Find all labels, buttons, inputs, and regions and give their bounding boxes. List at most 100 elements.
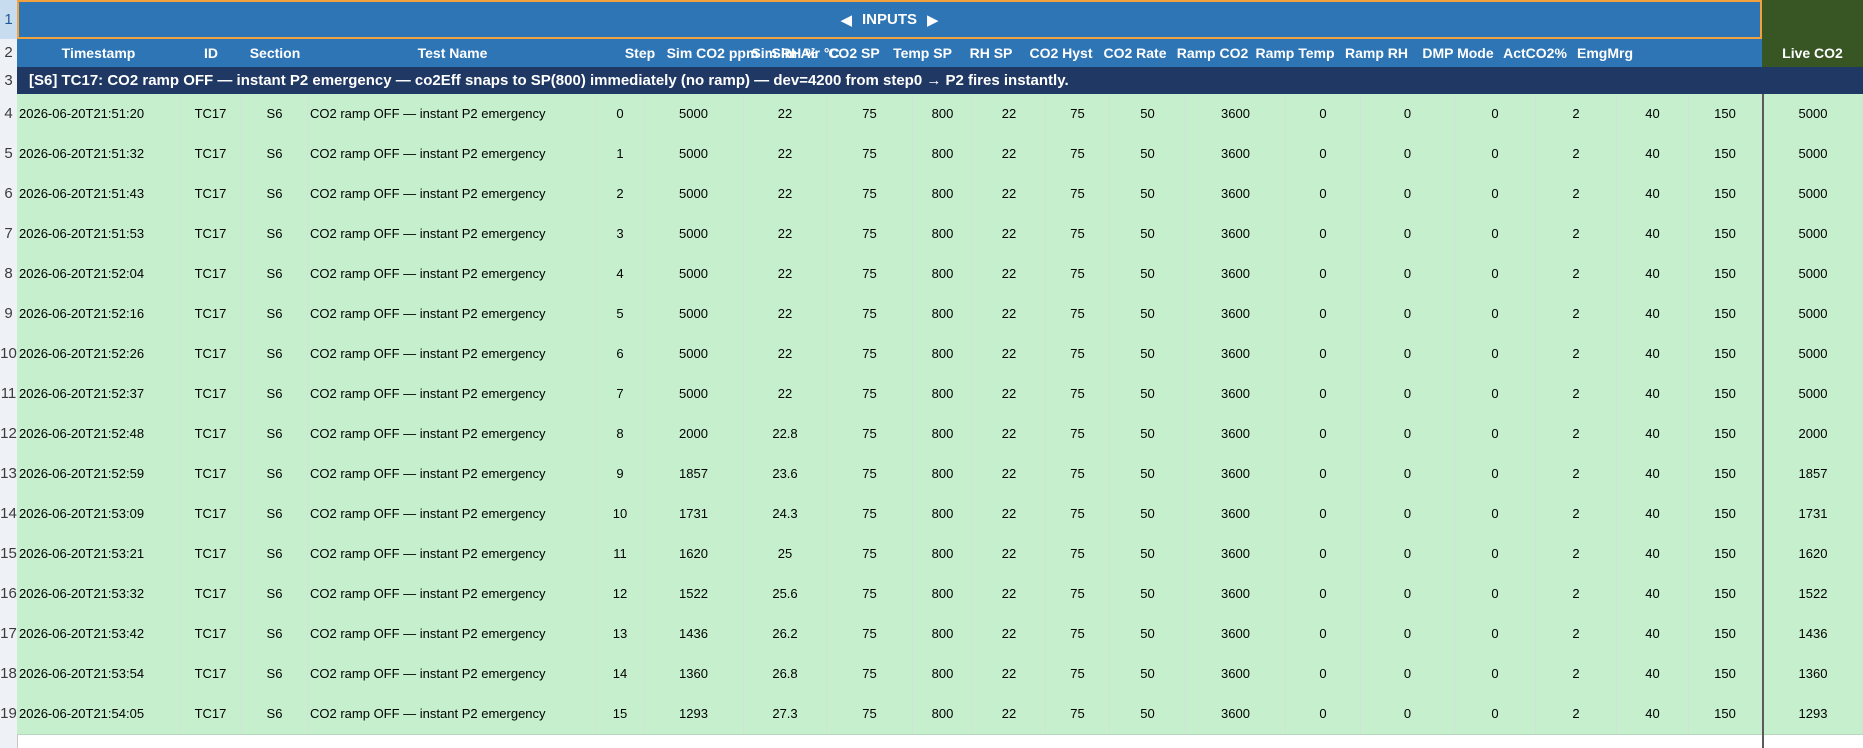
- cell-live-co2[interactable]: 1857: [1762, 454, 1863, 494]
- cell-test-name[interactable]: CO2 ramp OFF — instant P2 emergency: [308, 694, 597, 734]
- cell-test-name[interactable]: CO2 ramp OFF — instant P2 emergency: [308, 454, 597, 494]
- cell-co2-rate[interactable]: 3600: [1186, 294, 1286, 334]
- cell-sim-co2-ppm[interactable]: 1360: [644, 654, 744, 694]
- cell-timestamp[interactable]: 2026-06-20T21:52:04: [17, 254, 180, 294]
- column-header-sim-rh[interactable]: Sim RH %: [747, 39, 822, 67]
- cell-id[interactable]: TC17: [180, 94, 242, 134]
- column-header-dmp-mode[interactable]: DMP Mode: [1417, 39, 1499, 67]
- cell-timestamp[interactable]: 2026-06-20T21:52:59: [17, 454, 180, 494]
- cell-co2-sp[interactable]: 800: [913, 534, 973, 574]
- table-row[interactable]: 2026-06-20T21:53:09 TC17 S6 CO2 ramp OFF — …: [17, 494, 1863, 535]
- cell-temp-sp[interactable]: 22: [973, 294, 1046, 334]
- cell-co2-sp[interactable]: 800: [913, 654, 973, 694]
- cell-co2-sp[interactable]: 800: [913, 294, 973, 334]
- table-row[interactable]: 2026-06-20T21:52:48 TC17 S6 CO2 ramp OFF — …: [17, 414, 1863, 455]
- row-number[interactable]: 12: [0, 414, 17, 454]
- cell-ramp-co2[interactable]: 0: [1286, 614, 1361, 654]
- cell-sim-rh[interactable]: 75: [827, 254, 913, 294]
- cell-co2-hyst[interactable]: 50: [1110, 574, 1186, 614]
- cell-actco2[interactable]: 40: [1617, 574, 1689, 614]
- cell-emgmrg[interactable]: 150: [1689, 94, 1762, 134]
- cell-sim-co2-ppm[interactable]: 1293: [644, 694, 744, 734]
- cell-id[interactable]: TC17: [180, 534, 242, 574]
- cell-timestamp[interactable]: 2026-06-20T21:51:20: [17, 94, 180, 134]
- row-number[interactable]: 9: [0, 294, 17, 334]
- cell-actco2[interactable]: 40: [1617, 614, 1689, 654]
- cell-sim-co2-ppm[interactable]: 5000: [644, 174, 744, 214]
- cell-live-co2[interactable]: 1436: [1762, 614, 1863, 654]
- cell-actco2[interactable]: 40: [1617, 694, 1689, 734]
- table-row[interactable]: 2026-06-20T21:52:59 TC17 S6 CO2 ramp OFF — …: [17, 454, 1863, 495]
- column-header-co2-sp[interactable]: CO2 SP: [822, 39, 886, 67]
- cell-actco2[interactable]: 40: [1617, 494, 1689, 534]
- cell-rh-sp[interactable]: 75: [1046, 534, 1110, 574]
- cell-ramp-co2[interactable]: 0: [1286, 254, 1361, 294]
- row-number[interactable]: 18: [0, 654, 17, 694]
- row-number[interactable]: 19: [0, 694, 17, 734]
- cell-timestamp[interactable]: 2026-06-20T21:51:32: [17, 134, 180, 174]
- cell-ramp-temp[interactable]: 0: [1361, 134, 1455, 174]
- cell-emgmrg[interactable]: 150: [1689, 494, 1762, 534]
- cell-timestamp[interactable]: 2026-06-20T21:52:37: [17, 374, 180, 414]
- cell-co2-rate[interactable]: 3600: [1186, 694, 1286, 734]
- cell-sim-rh[interactable]: 75: [827, 574, 913, 614]
- cell-test-name[interactable]: CO2 ramp OFF — instant P2 emergency: [308, 414, 597, 454]
- cell-ramp-temp[interactable]: 0: [1361, 334, 1455, 374]
- cell-timestamp[interactable]: 2026-06-20T21:52:26: [17, 334, 180, 374]
- cell-live-co2[interactable]: 5000: [1762, 374, 1863, 414]
- cell-sim-air-c[interactable]: 22: [744, 294, 827, 334]
- cell-ramp-co2[interactable]: 0: [1286, 374, 1361, 414]
- table-row[interactable]: 2026-06-20T21:51:20 TC17 S6 CO2 ramp OFF — …: [17, 94, 1863, 135]
- cell-test-name[interactable]: CO2 ramp OFF — instant P2 emergency: [308, 654, 597, 694]
- cell-id[interactable]: TC17: [180, 654, 242, 694]
- cell-actco2[interactable]: 40: [1617, 174, 1689, 214]
- cell-ramp-rh[interactable]: 0: [1455, 214, 1536, 254]
- row-number[interactable]: 7: [0, 214, 17, 254]
- cell-dmp-mode[interactable]: 2: [1536, 414, 1617, 454]
- cell-timestamp[interactable]: 2026-06-20T21:52:48: [17, 414, 180, 454]
- inputs-banner[interactable]: ◀ INPUTS ▶: [17, 0, 1762, 39]
- cell-ramp-co2[interactable]: 0: [1286, 294, 1361, 334]
- cell-actco2[interactable]: 40: [1617, 334, 1689, 374]
- row-number[interactable]: 6: [0, 174, 17, 214]
- cell-actco2[interactable]: 40: [1617, 654, 1689, 694]
- column-header-co2-rate[interactable]: CO2 Rate: [1099, 39, 1171, 67]
- row-number[interactable]: 14: [0, 494, 17, 534]
- cell-sim-co2-ppm[interactable]: 5000: [644, 94, 744, 134]
- cell-temp-sp[interactable]: 22: [973, 374, 1046, 414]
- cell-section[interactable]: S6: [242, 494, 308, 534]
- cell-live-co2[interactable]: 5000: [1762, 334, 1863, 374]
- cell-step[interactable]: 3: [597, 214, 644, 254]
- cell-co2-hyst[interactable]: 50: [1110, 94, 1186, 134]
- cell-rh-sp[interactable]: 75: [1046, 134, 1110, 174]
- cell-sim-co2-ppm[interactable]: 1620: [644, 534, 744, 574]
- row-number[interactable]: 2: [0, 39, 17, 67]
- cell-ramp-rh[interactable]: 0: [1455, 174, 1536, 214]
- cell-sim-co2-ppm[interactable]: 5000: [644, 254, 744, 294]
- cell-co2-rate[interactable]: 3600: [1186, 94, 1286, 134]
- cell-actco2[interactable]: 40: [1617, 374, 1689, 414]
- column-header-actco2[interactable]: ActCO2%: [1499, 39, 1571, 67]
- cell-timestamp[interactable]: 2026-06-20T21:52:16: [17, 294, 180, 334]
- cell-section[interactable]: S6: [242, 334, 308, 374]
- cell-timestamp[interactable]: 2026-06-20T21:53:21: [17, 534, 180, 574]
- cell-sim-rh[interactable]: 75: [827, 294, 913, 334]
- cell-rh-sp[interactable]: 75: [1046, 294, 1110, 334]
- cell-section[interactable]: S6: [242, 214, 308, 254]
- cell-ramp-co2[interactable]: 0: [1286, 214, 1361, 254]
- cell-ramp-temp[interactable]: 0: [1361, 374, 1455, 414]
- cell-live-co2[interactable]: 1731: [1762, 494, 1863, 534]
- cell-ramp-rh[interactable]: 0: [1455, 134, 1536, 174]
- cell-ramp-temp[interactable]: 0: [1361, 614, 1455, 654]
- cell-sim-co2-ppm[interactable]: 5000: [644, 294, 744, 334]
- column-header-live-co2[interactable]: Live CO2: [1762, 39, 1863, 67]
- left-arrow-icon[interactable]: ◀: [840, 11, 852, 29]
- cell-ramp-co2[interactable]: 0: [1286, 134, 1361, 174]
- cell-temp-sp[interactable]: 22: [973, 454, 1046, 494]
- cell-ramp-rh[interactable]: 0: [1455, 494, 1536, 534]
- cell-ramp-co2[interactable]: 0: [1286, 574, 1361, 614]
- cell-sim-rh[interactable]: 75: [827, 694, 913, 734]
- cell-section[interactable]: S6: [242, 534, 308, 574]
- cell-emgmrg[interactable]: 150: [1689, 294, 1762, 334]
- cell-co2-sp[interactable]: 800: [913, 414, 973, 454]
